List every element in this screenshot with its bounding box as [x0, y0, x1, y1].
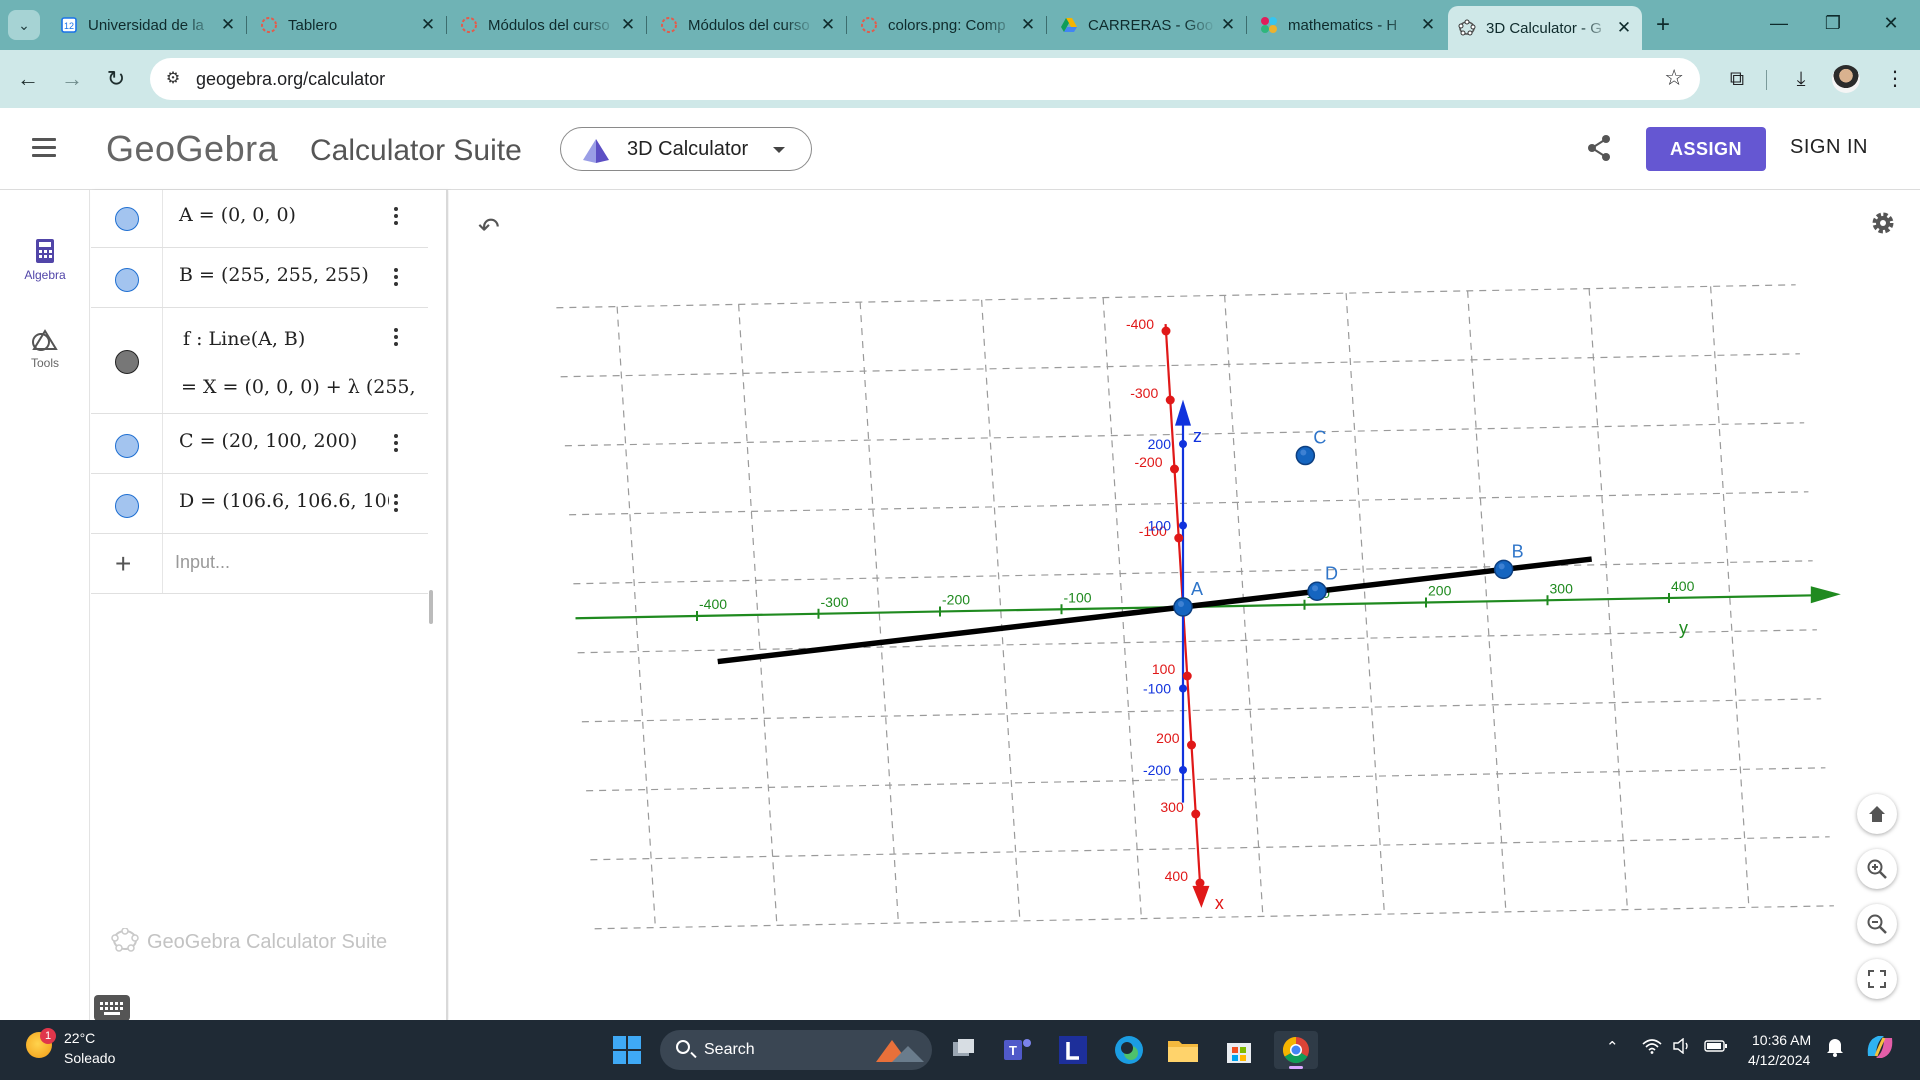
- grid-line: [581, 698, 1822, 723]
- x-axis-arrow: [1192, 885, 1210, 908]
- point-D: [1307, 581, 1327, 602]
- z-axis-arrow: [1175, 399, 1191, 426]
- battery-icon[interactable]: [1704, 1038, 1728, 1058]
- x-tick: [1182, 671, 1192, 681]
- x-tick: [1161, 326, 1171, 336]
- z-axis-name: z: [1193, 426, 1202, 446]
- undo-icon[interactable]: ↶: [478, 212, 500, 243]
- x-tick-label: -400: [1126, 316, 1154, 332]
- y-axis-arrow: [1810, 586, 1841, 604]
- windows-start-icon[interactable]: [608, 1031, 646, 1069]
- task-view-icon[interactable]: [944, 1031, 982, 1069]
- point-label-D: D: [1325, 563, 1338, 583]
- weather-badge: 1: [40, 1028, 56, 1044]
- point-B: [1493, 559, 1514, 580]
- point-label-C: C: [1313, 428, 1326, 448]
- z-tick-label: -100: [1143, 681, 1171, 697]
- y-tick-label: -200: [942, 592, 970, 608]
- point-highlight: [1178, 601, 1184, 607]
- weather-temperature[interactable]: 22°C: [64, 1030, 95, 1046]
- point-C: [1295, 445, 1316, 466]
- z-tick: [1179, 440, 1187, 448]
- fullscreen-button[interactable]: [1857, 959, 1897, 999]
- x-tick-label: 200: [1156, 730, 1180, 746]
- home-icon: [1869, 806, 1885, 822]
- x-tick: [1187, 740, 1196, 750]
- y-tick-label: -400: [699, 596, 727, 612]
- file-explorer-icon[interactable]: [1164, 1031, 1202, 1069]
- svg-text:T: T: [1009, 1043, 1017, 1058]
- microsoft-store-icon[interactable]: [1220, 1031, 1258, 1069]
- x-tick-label: 100: [1152, 661, 1176, 677]
- zoom-out-icon: [1867, 914, 1887, 934]
- show-hidden-icons-chevron-icon[interactable]: ⌃: [1606, 1038, 1619, 1056]
- search-highlight-icon: [876, 1040, 924, 1062]
- point-A: [1173, 597, 1193, 617]
- l-app-icon[interactable]: [1054, 1031, 1092, 1069]
- point-highlight: [1300, 449, 1307, 456]
- grid-line: [586, 767, 1826, 792]
- zoom-in-button[interactable]: [1857, 849, 1897, 889]
- y-tick-label: 200: [1428, 583, 1452, 599]
- x-tick-label: -200: [1134, 454, 1162, 470]
- z-tick: [1179, 766, 1187, 774]
- zoom-in-icon: [1867, 859, 1887, 879]
- home-view-button[interactable]: [1857, 794, 1897, 834]
- x-tick: [1195, 878, 1205, 888]
- point-highlight: [1498, 563, 1505, 570]
- z-tick-label: -200: [1143, 762, 1171, 778]
- x-tick-label: -300: [1130, 385, 1158, 401]
- z-tick: [1179, 684, 1187, 693]
- chrome-taskbar-icon[interactable]: [1274, 1031, 1318, 1069]
- y-tick-label: -100: [1064, 589, 1092, 605]
- zoom-out-button[interactable]: [1857, 904, 1897, 944]
- taskbar-search[interactable]: Search: [660, 1030, 932, 1070]
- wifi-icon[interactable]: [1642, 1038, 1662, 1058]
- x-tick-label: 400: [1165, 868, 1189, 884]
- grid-line: [590, 836, 1830, 861]
- search-icon: [676, 1040, 690, 1054]
- copilot-icon[interactable]: [1864, 1032, 1896, 1066]
- volume-icon[interactable]: [1672, 1037, 1692, 1058]
- y-tick-label: 300: [1550, 580, 1574, 596]
- point-label-A: A: [1191, 579, 1203, 599]
- graphics-canvas[interactable]: -400 -300 -200 -100 100 200 300 400 -400 -300 -200…: [0, 0, 1920, 1020]
- z-tick-label: 100: [1148, 518, 1172, 534]
- z-tick-label: 200: [1148, 436, 1172, 452]
- clock-date[interactable]: 4/12/2024: [1748, 1052, 1810, 1068]
- clock-time[interactable]: 10:36 AM: [1752, 1032, 1811, 1048]
- point-label-B: B: [1512, 541, 1524, 561]
- y-tick-label: 400: [1671, 578, 1695, 594]
- x-axis-name: x: [1215, 893, 1224, 913]
- grid-line: [569, 491, 1809, 516]
- line-f: [717, 556, 1593, 665]
- x-tick: [1174, 533, 1184, 543]
- weather-condition[interactable]: Soleado: [64, 1050, 115, 1066]
- fullscreen-icon: [1868, 970, 1886, 988]
- y-tick-label: -300: [821, 594, 849, 610]
- grid-line: [577, 629, 1817, 654]
- x-tick: [1170, 464, 1179, 474]
- grid-line: [556, 284, 1796, 309]
- settings-gear-icon[interactable]: [1870, 210, 1896, 241]
- x-tick: [1165, 395, 1175, 405]
- grid-line: [560, 353, 1800, 378]
- x-tick-label: 300: [1160, 799, 1184, 815]
- point-highlight: [1312, 585, 1319, 592]
- notification-bell-icon[interactable]: [1826, 1037, 1844, 1061]
- windows-taskbar: 1 22°C Soleado Search T ⌃ 10:36 AM 4/12/…: [0, 1020, 1920, 1080]
- teams-icon[interactable]: T: [998, 1031, 1036, 1069]
- x-tick: [1191, 809, 1201, 819]
- y-axis-name: y: [1679, 618, 1688, 638]
- edge-icon[interactable]: [1110, 1031, 1148, 1069]
- z-tick: [1179, 521, 1187, 530]
- taskbar-search-label: Search: [704, 1041, 755, 1058]
